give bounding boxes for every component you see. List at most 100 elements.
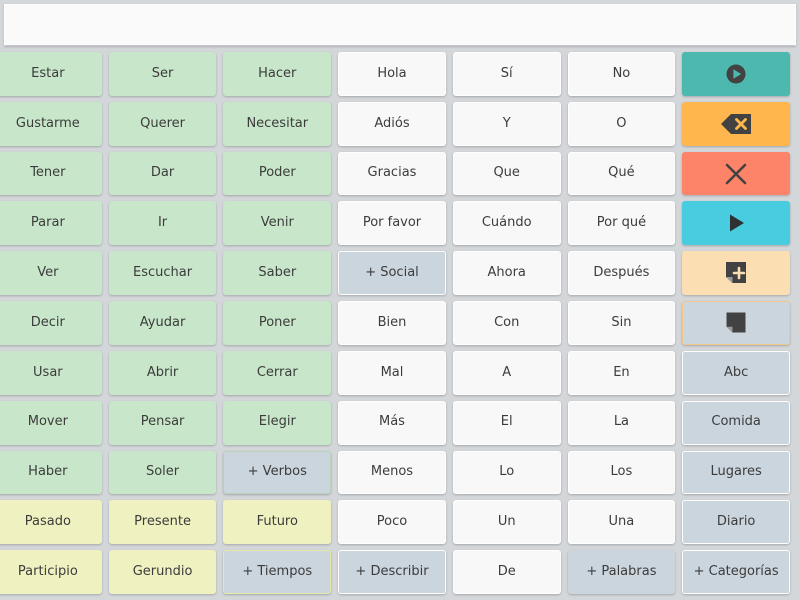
grid-button-elegir[interactable]: Elegir	[223, 400, 332, 445]
grid-button-cuando[interactable]: Cuándo	[452, 201, 561, 246]
grid-button-dar[interactable]: Dar	[108, 151, 217, 196]
grid-button-label: Ayudar	[139, 314, 186, 330]
grid-button-presente[interactable]: Presente	[108, 500, 217, 545]
note-icon	[724, 311, 748, 335]
grid-button-gerundio[interactable]: Gerundio	[108, 550, 217, 594]
grid-button-label: El	[500, 414, 513, 430]
grid-button-backspace[interactable]	[682, 101, 790, 146]
grid-button-gustarme[interactable]: Gustarme	[0, 101, 102, 146]
grid-button-no[interactable]: No	[567, 52, 676, 96]
grid-button-querer[interactable]: Querer	[108, 101, 217, 146]
grid-button-o[interactable]: O	[567, 101, 676, 146]
grid-button-mal[interactable]: Mal	[338, 350, 446, 395]
grid-button-label: Lo	[499, 464, 515, 480]
grid-button-play[interactable]	[682, 201, 790, 246]
grid-button-label: + Describir	[355, 563, 429, 579]
grid-button-diario[interactable]: Diario	[682, 500, 790, 545]
grid-button-venir[interactable]: Venir	[223, 201, 332, 246]
grid-button-adios[interactable]: Adiós	[338, 101, 446, 146]
grid-button-un[interactable]: Un	[452, 500, 561, 545]
grid-button-label: Cuándo	[481, 215, 532, 231]
grid-button-pasado[interactable]: Pasado	[0, 500, 102, 545]
grid-button-label: La	[613, 414, 630, 430]
play-icon	[725, 211, 747, 235]
grid-button-mover[interactable]: Mover	[0, 400, 102, 445]
grid-button-ayudar[interactable]: Ayudar	[108, 301, 217, 345]
grid-button-label: + Categorías	[693, 563, 779, 579]
grid-button-usar[interactable]: Usar	[0, 350, 102, 395]
grid-button-despues[interactable]: Después	[567, 251, 676, 296]
grid-button-por-que[interactable]: Por qué	[567, 201, 676, 246]
grid-button-si[interactable]: Sí	[452, 52, 561, 96]
grid-button-poco[interactable]: Poco	[338, 500, 446, 545]
grid-button-label: Poco	[376, 514, 408, 530]
grid-button-label: Estar	[31, 65, 65, 81]
grid-button-el[interactable]: El	[452, 400, 561, 445]
grid-button-label: Comida	[711, 414, 761, 430]
grid-button-menos[interactable]: Menos	[338, 450, 446, 495]
grid-button-label: Un	[497, 514, 516, 530]
grid-button-label: Abc	[723, 364, 749, 380]
grid-button-ir[interactable]: Ir	[108, 201, 217, 246]
message-output-bar[interactable]	[4, 4, 796, 46]
grid-button-label: Abrir	[146, 364, 179, 380]
grid-button-en[interactable]: En	[567, 350, 676, 395]
grid-button-a[interactable]: A	[452, 350, 561, 395]
grid-button-una[interactable]: Una	[567, 500, 676, 545]
grid-button-pensar[interactable]: Pensar	[108, 400, 217, 445]
grid-button-con[interactable]: Con	[452, 301, 561, 345]
grid-button-necesitar[interactable]: Necesitar	[223, 101, 332, 146]
grid-button-plus-categorias[interactable]: + Categorías	[682, 550, 790, 594]
grid-button-de[interactable]: De	[452, 550, 561, 594]
grid-button-por-favor[interactable]: Por favor	[338, 201, 446, 246]
grid-button-plus-tiempos[interactable]: + Tiempos	[223, 550, 332, 594]
grid-button-add-note[interactable]	[682, 251, 790, 296]
grid-button-saber[interactable]: Saber	[223, 251, 332, 296]
grid-button-haber[interactable]: Haber	[0, 450, 102, 495]
grid-button-gracias[interactable]: Gracias	[338, 151, 446, 196]
grid-button-lugares[interactable]: Lugares	[682, 450, 790, 495]
grid-button-plus-describir[interactable]: + Describir	[338, 550, 446, 594]
grid-button-lo[interactable]: Lo	[452, 450, 561, 495]
grid-button-hacer[interactable]: Hacer	[223, 52, 332, 96]
grid-button-close[interactable]	[682, 151, 790, 196]
grid-button-abrir[interactable]: Abrir	[108, 350, 217, 395]
grid-button-comida[interactable]: Comida	[682, 400, 790, 445]
grid-button-label: Y	[502, 115, 511, 131]
grid-button-speak[interactable]	[682, 52, 790, 96]
grid-button-escuchar[interactable]: Escuchar	[108, 251, 217, 296]
grid-button-label: Usar	[33, 364, 63, 380]
grid-button-poner[interactable]: Poner	[223, 301, 332, 345]
close-icon	[723, 161, 749, 187]
grid-button-ser[interactable]: Ser	[108, 52, 217, 96]
grid-button-la[interactable]: La	[567, 400, 676, 445]
grid-button-tener[interactable]: Tener	[0, 151, 102, 196]
grid-button-estar[interactable]: Estar	[0, 52, 102, 96]
grid-button-plus-verbos[interactable]: + Verbos	[223, 450, 332, 495]
grid-button-parar[interactable]: Parar	[0, 201, 102, 246]
grid-button-futuro[interactable]: Futuro	[223, 500, 332, 545]
grid-button-ver[interactable]: Ver	[0, 251, 102, 296]
grid-button-plus-social[interactable]: + Social	[338, 251, 446, 296]
grid-button-los[interactable]: Los	[567, 450, 676, 495]
grid-button-participio[interactable]: Participio	[0, 550, 102, 594]
grid-button-decir[interactable]: Decir	[0, 301, 102, 345]
grid-button-label: No	[612, 65, 631, 81]
grid-button-y[interactable]: Y	[452, 101, 561, 146]
grid-button-label: Escuchar	[133, 265, 193, 281]
grid-button-ahora[interactable]: Ahora	[452, 251, 561, 296]
grid-button-cerrar[interactable]: Cerrar	[223, 350, 332, 395]
grid-button-sin[interactable]: Sin	[567, 301, 676, 345]
grid-button-plus-palabras[interactable]: + Palabras	[567, 550, 676, 594]
grid-button-label: Más	[379, 414, 405, 430]
grid-button-que[interactable]: Que	[452, 151, 561, 196]
grid-button-label: A	[502, 364, 512, 380]
grid-button-hola[interactable]: Hola	[338, 52, 446, 96]
grid-button-bien[interactable]: Bien	[338, 301, 446, 345]
grid-button-poder[interactable]: Poder	[223, 151, 332, 196]
grid-button-abc[interactable]: Abc	[682, 350, 790, 395]
grid-button-mas[interactable]: Más	[338, 400, 446, 445]
grid-button-soler[interactable]: Soler	[108, 450, 217, 495]
grid-button-que[interactable]: Qué	[567, 151, 676, 196]
grid-button-note[interactable]	[682, 301, 790, 345]
